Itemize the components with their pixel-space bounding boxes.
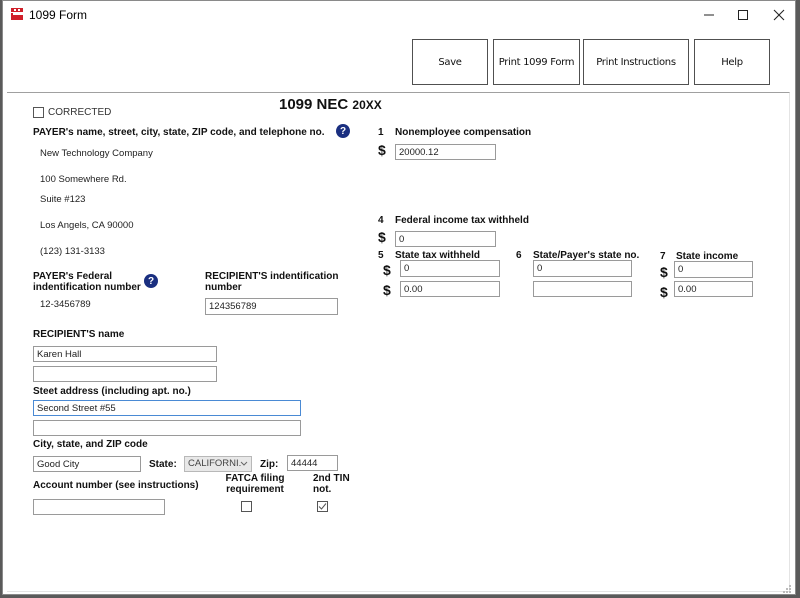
zip-input[interactable]	[287, 455, 338, 471]
corrected-label: CORRECTED	[48, 107, 112, 118]
form-panel: 1099 NEC 20XX CORRECTED PAYER's name, st…	[7, 92, 790, 592]
payer-line-name: New Technology Company	[40, 148, 153, 159]
payer-line-city: Los Angels, CA 90000	[40, 220, 134, 231]
print-1099-form-button[interactable]: Print 1099 Form	[493, 39, 580, 85]
second-tin-label-line-1: 2nd TIN	[313, 473, 350, 484]
recipient-id-input[interactable]	[205, 298, 338, 315]
form-type: 1099 NEC	[279, 96, 349, 113]
recipient-id-label: RECIPIENT'S indentification number	[205, 271, 339, 293]
box7-state-income-input-2[interactable]	[674, 281, 753, 297]
form-window: 1099 Form Save Print 1099 Form Print Ins…	[2, 0, 796, 595]
payer-info-help-icon[interactable]: ?	[336, 124, 350, 138]
box6-state-payer-no-input-2[interactable]	[533, 281, 632, 297]
fatca-label-line-1: FATCA filing	[225, 473, 285, 484]
payer-info-label: PAYER's name, street, city, state, ZIP c…	[33, 127, 325, 138]
box5-state-tax-input-1[interactable]	[400, 260, 500, 277]
street-address-input-2[interactable]	[33, 420, 301, 436]
close-button[interactable]	[761, 3, 797, 27]
box4-number: 4	[378, 215, 384, 226]
payer-line-street: 100 Somewhere Rd.	[40, 174, 127, 185]
payer-line-suite: Suite #123	[40, 194, 86, 205]
box7-state-income-input-1[interactable]	[674, 261, 753, 278]
maximize-icon	[738, 10, 748, 20]
box7-dollar-sign-1: $	[660, 264, 668, 280]
zip-label: Zip:	[260, 459, 279, 470]
state-select[interactable]: CALIFORNI.	[184, 456, 252, 472]
street-address-input[interactable]	[33, 400, 301, 416]
city-state-zip-label: City, state, and ZIP code	[33, 439, 148, 450]
second-tin-checkbox[interactable]	[317, 501, 328, 512]
recipient-name-input-2[interactable]	[33, 366, 217, 382]
form-title: 1099 NEC 20XX	[279, 96, 382, 113]
second-tin-label-line-2: not.	[313, 484, 332, 495]
minimize-icon	[704, 14, 714, 16]
box1-nonemployee-compensation-input[interactable]	[395, 144, 496, 160]
payer-fed-id-value: 12-3456789	[40, 299, 91, 310]
recipient-name-label: RECIPIENT'S name	[33, 329, 125, 340]
account-number-input[interactable]	[33, 499, 165, 515]
chevron-down-icon	[240, 461, 248, 466]
box5-state-tax-input-2[interactable]	[400, 281, 500, 297]
box6-state-payer-no-input-1[interactable]	[533, 260, 632, 277]
help-button[interactable]: Help	[694, 39, 770, 85]
payer-line-phone: (123) 131-3133	[40, 246, 105, 257]
state-label: State:	[149, 459, 177, 470]
state-select-value: CALIFORNI.	[188, 458, 242, 469]
maximize-button[interactable]	[725, 3, 761, 27]
box5-number: 5	[378, 250, 384, 261]
corrected-checkbox[interactable]	[33, 107, 44, 118]
window-title: 1099 Form	[29, 8, 88, 22]
box1-number: 1	[378, 127, 384, 138]
box4-label: Federal income tax withheld	[395, 215, 529, 226]
fatca-label: FATCA filing requirement	[225, 473, 285, 495]
close-icon	[773, 9, 785, 21]
street-address-label: Steet address (including apt. no.)	[33, 386, 191, 397]
box6-number: 6	[516, 250, 522, 261]
fatca-label-line-2: requirement	[226, 484, 284, 495]
checkmark-icon	[318, 503, 327, 510]
payer-fed-id-help-icon[interactable]: ?	[144, 274, 158, 288]
box7-dollar-sign-2: $	[660, 284, 668, 300]
box4-dollar-sign: $	[378, 229, 386, 245]
box1-label: Nonemployee compensation	[395, 127, 532, 138]
city-input[interactable]	[33, 456, 141, 472]
recipient-name-input[interactable]	[33, 346, 217, 362]
box7-number: 7	[660, 251, 666, 262]
title-bar: 1099 Form	[3, 1, 795, 29]
box1-dollar-sign: $	[378, 142, 386, 158]
second-tin-label: 2nd TIN not.	[313, 473, 350, 495]
box5-dollar-sign-1: $	[383, 262, 391, 278]
form-app-icon	[11, 8, 23, 20]
form-year: 20XX	[352, 98, 382, 112]
minimize-button[interactable]	[691, 3, 727, 27]
payer-fed-id-label: PAYER's Federal indentification number	[33, 271, 141, 293]
print-instructions-button[interactable]: Print Instructions	[583, 39, 689, 85]
save-button[interactable]: Save	[412, 39, 488, 85]
fatca-checkbox[interactable]	[241, 501, 252, 512]
box4-federal-tax-withheld-input[interactable]	[395, 231, 496, 247]
box5-dollar-sign-2: $	[383, 282, 391, 298]
resize-grip-icon[interactable]	[782, 584, 792, 594]
account-number-label: Account number (see instructions)	[33, 480, 199, 491]
